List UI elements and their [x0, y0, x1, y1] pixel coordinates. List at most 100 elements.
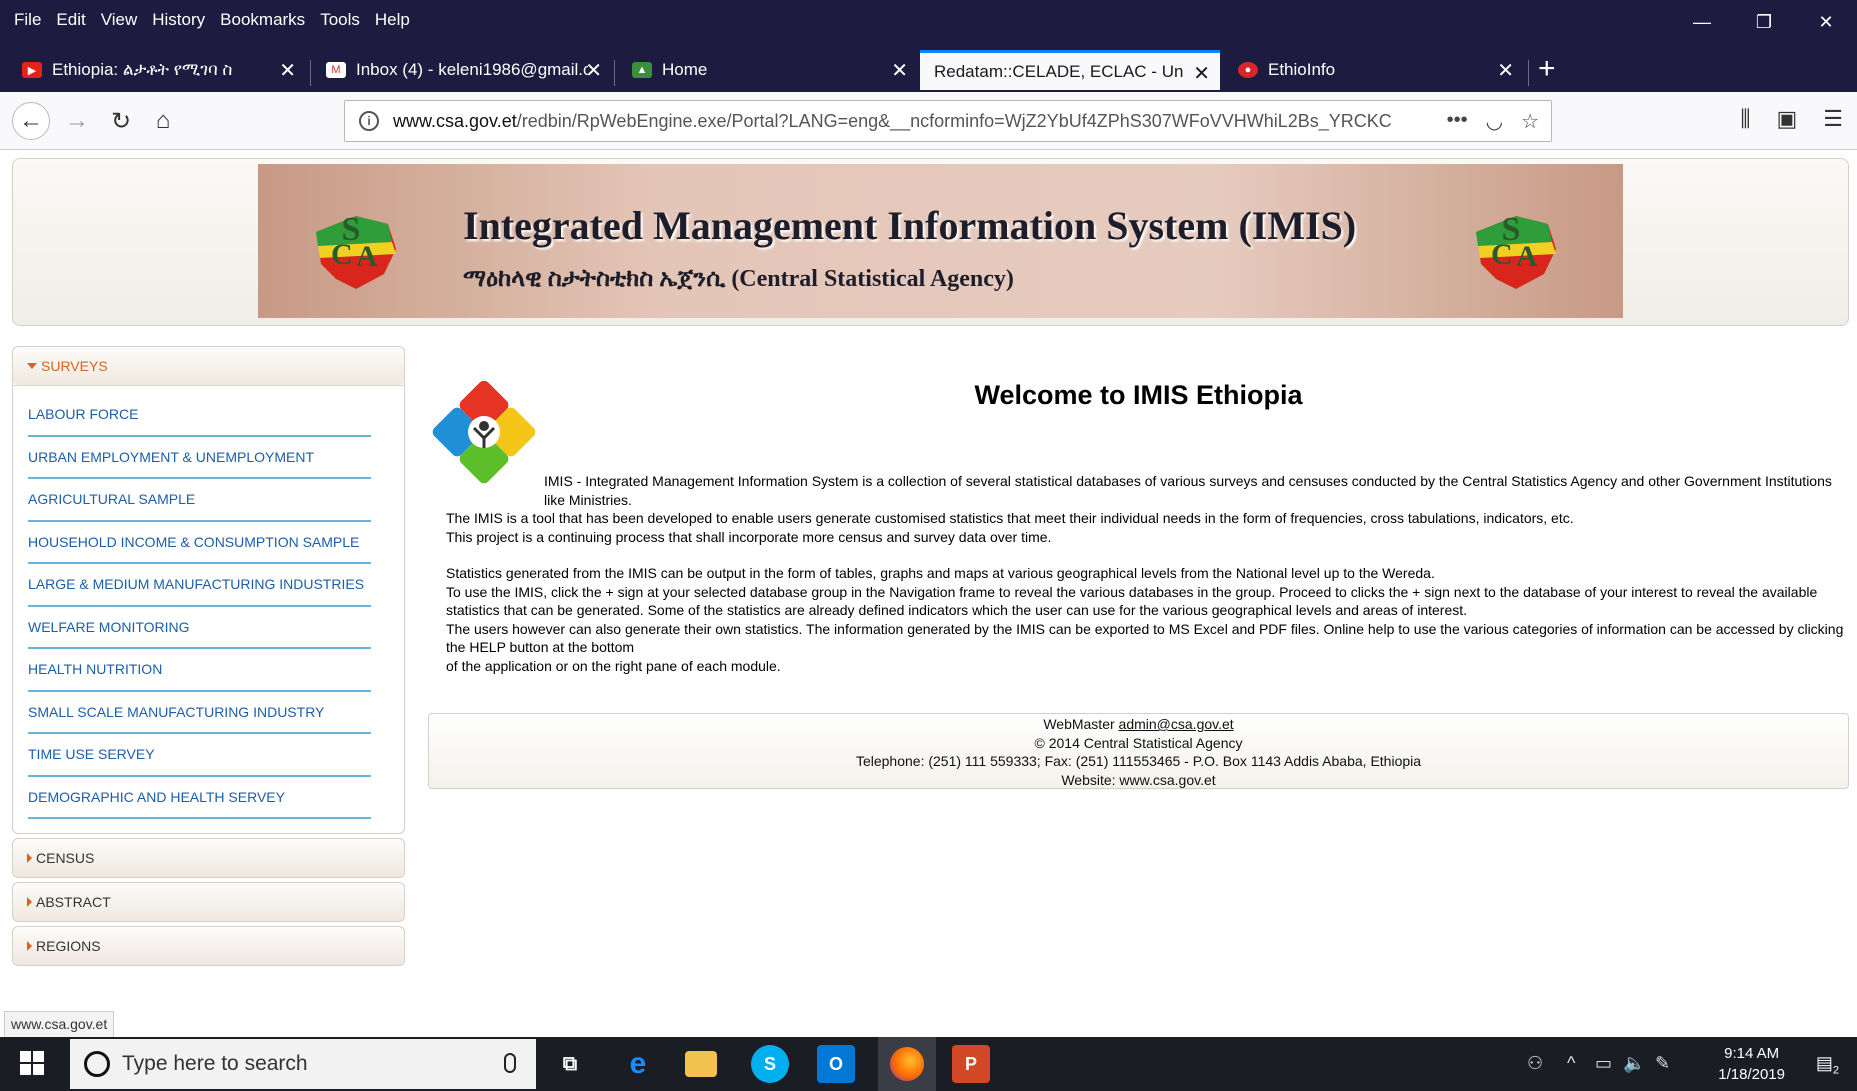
outlook-icon[interactable]: O: [817, 1045, 855, 1083]
edge-icon[interactable]: e: [619, 1045, 657, 1083]
survey-link-health-nutrition[interactable]: HEALTH NUTRITION: [28, 649, 371, 692]
regions-panel[interactable]: REGIONS: [12, 926, 405, 966]
survey-link-agricultural-sample[interactable]: AGRICULTURAL SAMPLE: [28, 479, 371, 522]
forward-button[interactable]: →: [58, 102, 96, 140]
title-bar: File Edit View History Bookmarks Tools H…: [0, 0, 1857, 44]
surveys-panel: SURVEYS LABOUR FORCE URBAN EMPLOYMENT & …: [12, 346, 405, 834]
menu-tools[interactable]: Tools: [320, 10, 360, 30]
menu-bookmarks[interactable]: Bookmarks: [220, 10, 305, 30]
menu-help[interactable]: Help: [375, 10, 410, 30]
tab-ethiopia[interactable]: ▶ Ethiopia: ልታቶት የሚገባ ስ ✕: [8, 50, 306, 90]
csa-icon: ▲: [632, 62, 652, 78]
minimize-button[interactable]: —: [1671, 0, 1733, 44]
svg-text:C: C: [1491, 238, 1513, 271]
library-icon[interactable]: ⫼: [1740, 106, 1750, 132]
survey-link-demographic-health[interactable]: DEMOGRAPHIC AND HEALTH SERVEY: [28, 777, 371, 819]
copyright-text: © 2014 Central Statistical Agency: [1034, 734, 1243, 751]
show-hidden-icons[interactable]: ^: [1567, 1053, 1575, 1074]
survey-link-welfare-monitoring[interactable]: WELFARE MONITORING: [28, 607, 371, 649]
survey-link-time-use[interactable]: TIME USE SERVEY: [28, 734, 371, 777]
pocket-icon[interactable]: ◡: [1486, 109, 1503, 134]
tab-bar: ▶ Ethiopia: ልታቶት የሚገባ ስ ✕ M Inbox (4) - …: [0, 44, 1857, 92]
taskbar-search[interactable]: Type here to search: [70, 1039, 536, 1089]
pen-icon[interactable]: ✎: [1655, 1053, 1670, 1074]
taskbar: Type here to search ⧉ e S O P ⚇ ^ ▭ 🔈 ✎ …: [0, 1037, 1857, 1091]
tab-ethioinfo[interactable]: ● EthioInfo ✕: [1224, 50, 1524, 90]
page-actions-icon[interactable]: •••: [1447, 109, 1468, 134]
svg-text:A: A: [1516, 240, 1538, 273]
close-tab-icon[interactable]: ✕: [1497, 58, 1514, 83]
url-domain: www.csa.gov.et: [393, 110, 517, 131]
home-button[interactable]: ⌂: [144, 102, 182, 140]
status-bar: www.csa.gov.et: [4, 1011, 115, 1037]
task-view-icon[interactable]: ⧉: [551, 1045, 589, 1083]
close-tab-icon[interactable]: ✕: [1193, 61, 1210, 86]
tab-home[interactable]: ▲ Home ✕: [618, 50, 918, 90]
page-footer: WebMaster admin@csa.gov.et © 2014 Centra…: [428, 713, 1849, 789]
caret-down-icon: [27, 363, 37, 369]
intro-text: IMIS - Integrated Management Information…: [544, 473, 1832, 508]
youtube-icon: ▶: [22, 62, 42, 78]
abstract-panel[interactable]: ABSTRACT: [12, 882, 405, 922]
caret-right-icon: [27, 941, 32, 951]
network-icon[interactable]: ▭: [1595, 1053, 1612, 1074]
firefox-icon: [890, 1047, 924, 1081]
bookmark-star-icon[interactable]: ☆: [1521, 109, 1539, 134]
survey-link-urban-employment[interactable]: URBAN EMPLOYMENT & UNEMPLOYMENT: [28, 437, 371, 479]
close-tab-icon[interactable]: ✕: [279, 58, 296, 83]
skype-icon[interactable]: S: [751, 1045, 789, 1083]
tab-inbox[interactable]: M Inbox (4) - keleni1986@gmail.c ✕: [312, 50, 612, 90]
hamburger-menu-icon[interactable]: ☰: [1823, 106, 1843, 132]
gmail-icon: M: [326, 62, 346, 78]
reload-button[interactable]: ↻: [102, 102, 140, 140]
firefox-taskbar-button[interactable]: [878, 1037, 936, 1091]
surveys-list: LABOUR FORCE URBAN EMPLOYMENT & UNEMPLOY…: [13, 385, 404, 833]
menu-history[interactable]: History: [152, 10, 205, 30]
survey-link-labour-force[interactable]: LABOUR FORCE: [28, 394, 371, 437]
close-tab-icon[interactable]: ✕: [891, 58, 908, 83]
welcome-heading: Welcome to IMIS Ethiopia: [974, 380, 1303, 410]
back-button[interactable]: ←: [12, 102, 50, 140]
close-tab-icon[interactable]: ✕: [585, 58, 602, 83]
people-icon[interactable]: ⚇: [1527, 1053, 1543, 1074]
volume-icon[interactable]: 🔈: [1623, 1053, 1645, 1074]
powerpoint-icon[interactable]: P: [952, 1045, 990, 1083]
survey-link-large-medium-manufacturing[interactable]: LARGE & MEDIUM MANUFACTURING INDUSTRIES: [28, 564, 371, 607]
svg-text:C: C: [331, 238, 353, 271]
webmaster-email-link[interactable]: admin@csa.gov.et: [1119, 716, 1234, 732]
restore-button[interactable]: ❐: [1733, 0, 1795, 44]
menu-view[interactable]: View: [101, 10, 138, 30]
caret-right-icon: [27, 897, 32, 907]
file-explorer-icon[interactable]: [685, 1051, 717, 1077]
survey-link-small-scale-manufacturing[interactable]: SMALL SCALE MANUFACTURING INDUSTRY: [28, 692, 371, 734]
regions-header[interactable]: REGIONS: [13, 927, 404, 965]
close-window-button[interactable]: ✕: [1795, 0, 1857, 44]
header-frame: S C A Integrated Management Information …: [12, 158, 1849, 326]
menu-file[interactable]: File: [14, 10, 41, 30]
menu-edit[interactable]: Edit: [56, 10, 85, 30]
survey-link-household-income[interactable]: HOUSEHOLD INCOME & CONSUMPTION SAMPLE: [28, 522, 371, 564]
tab-redatam[interactable]: Redatam::CELADE, ECLAC - United ✕: [920, 50, 1220, 90]
surveys-header[interactable]: SURVEYS: [13, 347, 404, 385]
clock[interactable]: 9:14 AM 1/18/2019: [1718, 1043, 1785, 1085]
action-center-icon[interactable]: ▤2: [1816, 1053, 1839, 1077]
navigation-bar: ← → ↻ ⌂ i www.csa.gov.et/redbin/RpWebEng…: [0, 92, 1857, 150]
ethioinfo-icon: ●: [1238, 62, 1258, 78]
abstract-header[interactable]: ABSTRACT: [13, 883, 404, 921]
info-icon[interactable]: i: [359, 111, 379, 131]
census-panel[interactable]: CENSUS: [12, 838, 405, 878]
description-text: The IMIS is a tool that has been develop…: [446, 510, 1844, 674]
sidebar-toggle-icon[interactable]: ▣: [1776, 106, 1797, 132]
csa-logo-left: S C A: [316, 211, 396, 289]
new-tab-button[interactable]: +: [1538, 52, 1556, 86]
url-path: /redbin/RpWebEngine.exe/Portal?LANG=eng&…: [516, 110, 1392, 131]
caret-right-icon: [27, 853, 32, 863]
microphone-icon[interactable]: [504, 1053, 516, 1073]
census-header[interactable]: CENSUS: [13, 839, 404, 877]
banner-subtitle: ማዕከላዊ ስታትስቲክስ ኤጀንሲ (Central Statistical …: [463, 266, 1014, 292]
website-text: Website: www.csa.gov.et: [1061, 771, 1216, 788]
navigation-sidebar: SURVEYS LABOUR FORCE URBAN EMPLOYMENT & …: [12, 346, 405, 966]
svg-text:A: A: [356, 240, 378, 273]
windows-start-icon[interactable]: [20, 1051, 44, 1075]
address-bar[interactable]: i www.csa.gov.et/redbin/RpWebEngine.exe/…: [344, 100, 1552, 142]
